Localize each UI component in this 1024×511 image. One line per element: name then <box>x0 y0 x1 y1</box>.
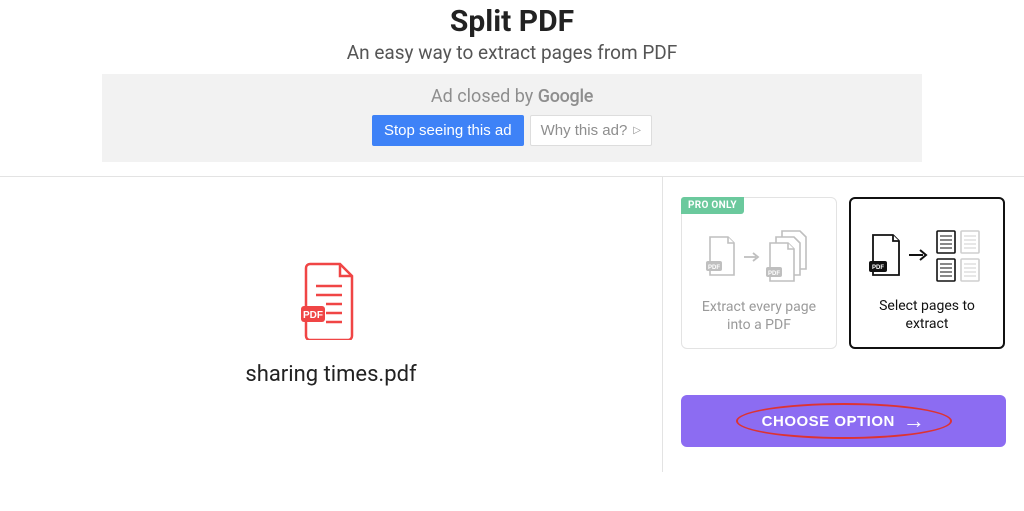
option-cards: PRO ONLY PDF <box>681 197 1006 349</box>
page-subtitle: An easy way to extract pages from PDF <box>0 41 1024 64</box>
ad-banner: Ad closed by Google Stop seeing this ad … <box>102 74 922 162</box>
svg-text:PDF: PDF <box>768 271 780 277</box>
arrow-right-icon: → <box>903 408 926 434</box>
adchoices-icon: ▷ <box>633 125 641 136</box>
choose-option-wrap: CHOOSE OPTION → <box>681 395 1006 447</box>
stop-seeing-ad-button[interactable]: Stop seeing this ad <box>372 115 524 146</box>
choose-option-label: CHOOSE OPTION <box>762 413 895 430</box>
svg-text:PDF: PDF <box>303 310 323 321</box>
svg-text:PDF: PDF <box>708 265 720 271</box>
ad-buttons: Stop seeing this ad Why this ad? ▷ <box>372 115 652 146</box>
header: Split PDF An easy way to extract pages f… <box>0 0 1024 64</box>
filename-label: sharing times.pdf <box>245 362 416 387</box>
svg-text:PDF: PDF <box>872 265 884 271</box>
option-select-pages[interactable]: PDF <box>849 197 1005 349</box>
ad-closed-prefix: Ad closed by <box>431 86 538 107</box>
why-this-ad-label: Why this ad? <box>541 122 628 139</box>
option-extract-every-label: Extract every page into a PDF <box>682 299 836 334</box>
extract-every-illustration: PDF PDF <box>704 227 814 287</box>
option-select-pages-label: Select pages to extract <box>851 298 1003 333</box>
why-this-ad-button[interactable]: Why this ad? ▷ <box>530 115 652 146</box>
choose-option-button[interactable]: CHOOSE OPTION → <box>681 395 1006 447</box>
pdf-file-icon: PDF <box>299 262 363 344</box>
content-row: PDF sharing times.pdf PRO ONLY PDF <box>0 176 1024 472</box>
google-logo-text: Google <box>538 86 593 107</box>
select-pages-illustration: PDF <box>867 226 987 286</box>
page-title: Split PDF <box>0 4 1024 39</box>
option-extract-every-page[interactable]: PRO ONLY PDF <box>681 197 837 349</box>
pro-only-badge: PRO ONLY <box>681 197 744 214</box>
ad-closed-text: Ad closed by Google <box>102 86 922 107</box>
right-panel: PRO ONLY PDF <box>662 177 1024 472</box>
file-panel: PDF sharing times.pdf <box>0 177 662 472</box>
